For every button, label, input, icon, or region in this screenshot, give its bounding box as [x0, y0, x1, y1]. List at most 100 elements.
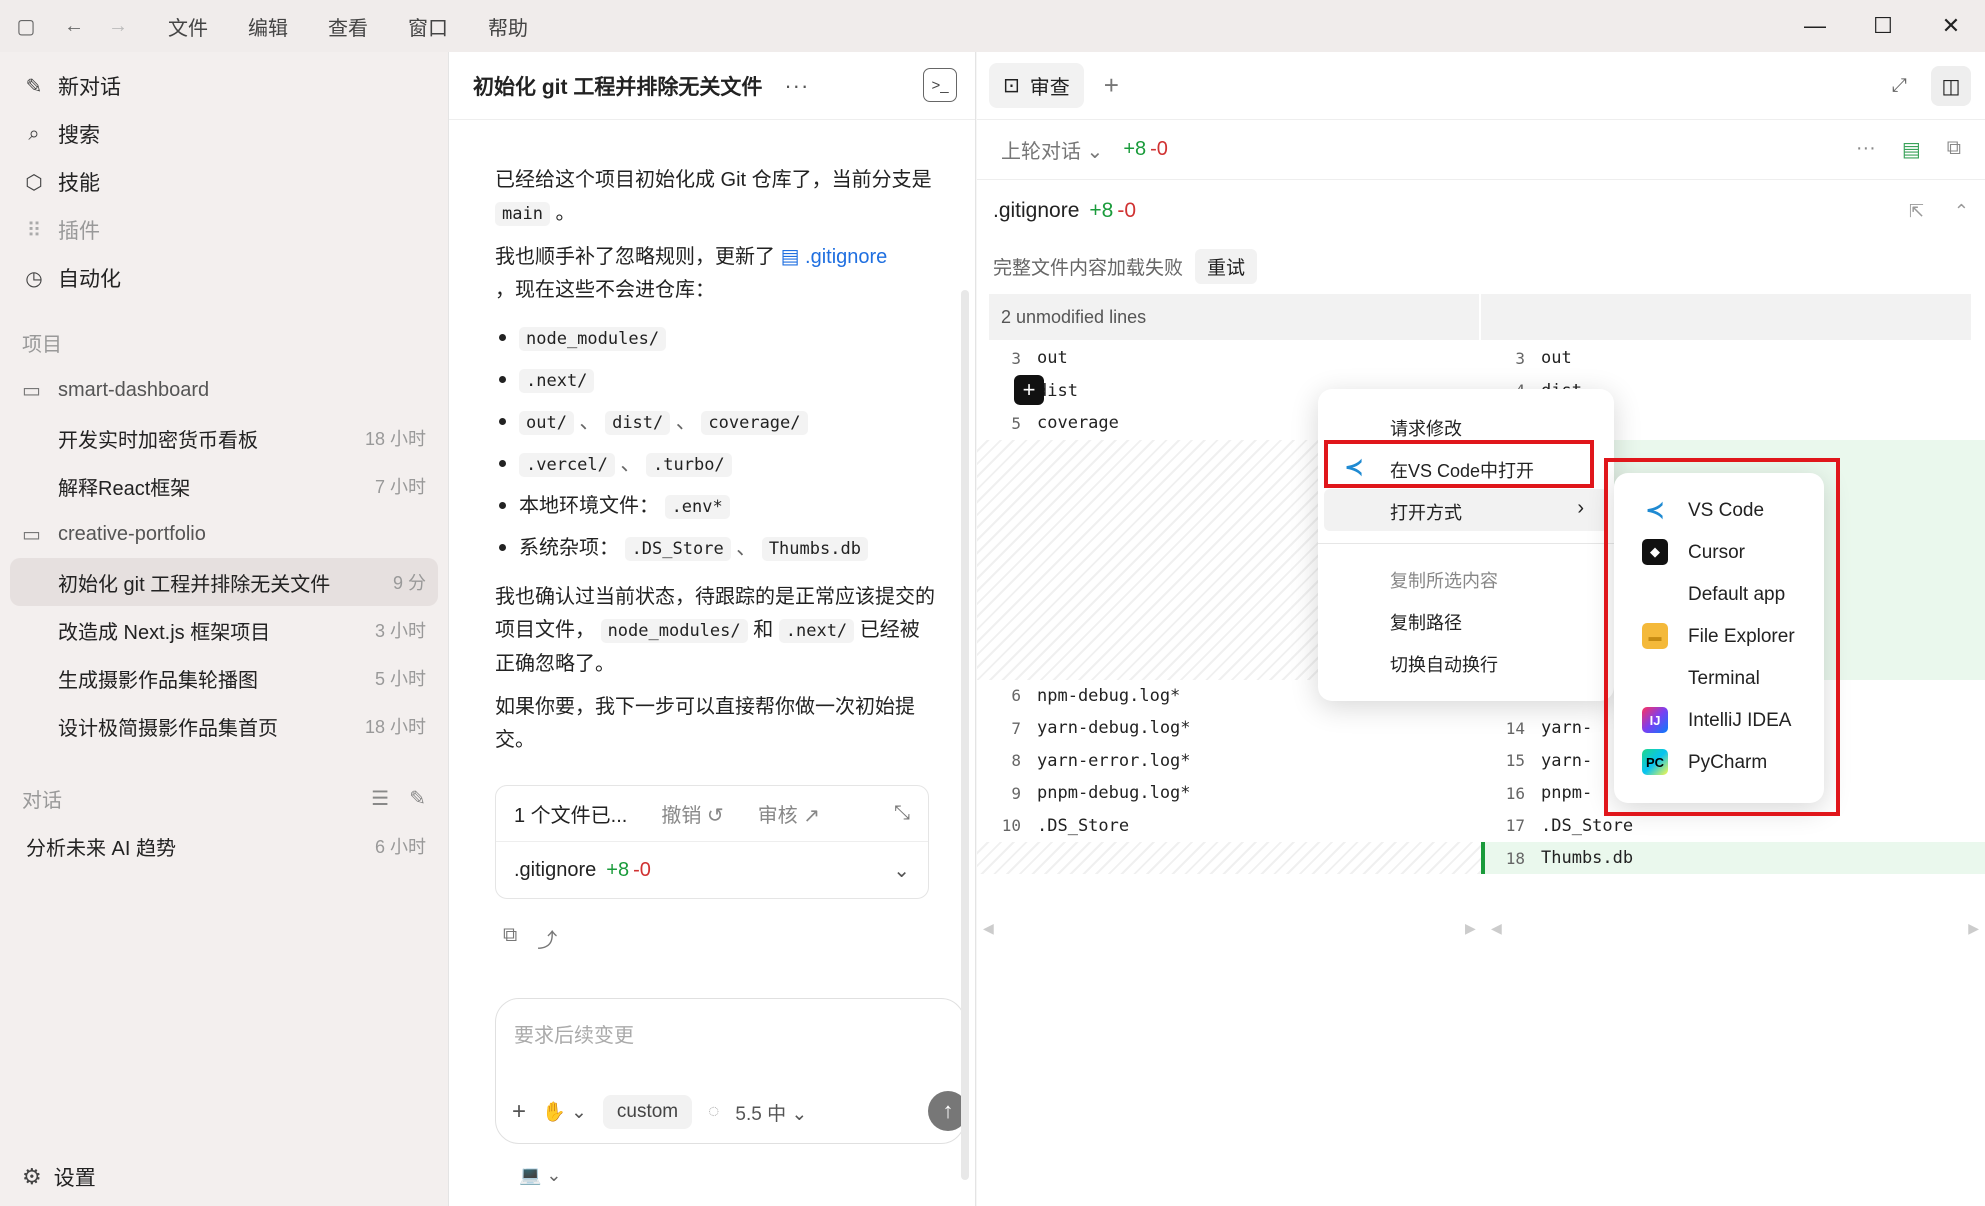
- chevron-down-icon[interactable]: ⌄: [893, 858, 910, 883]
- line-number: 17: [1505, 816, 1525, 836]
- open-external-icon[interactable]: ⇱: [1909, 201, 1924, 222]
- permission-hand-icon[interactable]: ✋ ⌄: [542, 1100, 587, 1124]
- diff-row: 3 out 3 out: [977, 342, 1985, 375]
- thread-title: 改造成 Next.js 框架项目: [58, 621, 271, 644]
- project-smart-dashboard[interactable]: ▭ smart-dashboard: [0, 366, 448, 414]
- loading-spinner-icon: ◌: [708, 1101, 720, 1122]
- scope-label: 上轮对话: [1001, 141, 1081, 163]
- changed-file-row[interactable]: .gitignore +8 -0 ⌄: [496, 842, 928, 898]
- message-paragraph: 我也顺手补了忽略规则，更新了 ▤ .gitignore ，现在这些不会进仓库：: [495, 241, 935, 307]
- line-number: 6: [1011, 686, 1021, 706]
- automation-button[interactable]: ◷ 自动化: [0, 254, 448, 302]
- inline-code: node_modules/: [519, 327, 667, 351]
- text: 。: [555, 202, 576, 224]
- composer-input[interactable]: 要求后续变更: [514, 1019, 634, 1048]
- collapse-icon[interactable]: ⤡: [894, 802, 910, 825]
- menu-help[interactable]: 帮助: [468, 12, 548, 41]
- copy-icon[interactable]: ⧉: [503, 924, 517, 953]
- add-icon[interactable]: +: [512, 1098, 526, 1126]
- thread-title: 设计极简摄影作品集首页: [58, 717, 278, 740]
- chevron-right-icon: ›: [1577, 497, 1584, 519]
- conversation-item[interactable]: 分析未来 AI 趋势 6 小时: [0, 822, 448, 870]
- review-button[interactable]: 审核 ↗: [758, 799, 820, 828]
- composer: 要求后续变更 + ✋ ⌄ custom ◌ 5.5 中 ⌄ ↑: [495, 998, 968, 1144]
- unmodified-lines-bar[interactable]: 2 unmodified lines: [989, 294, 1973, 340]
- line-number: 9: [1011, 783, 1021, 803]
- more-icon[interactable]: ···: [1856, 137, 1876, 162]
- minimize-button[interactable]: —: [1781, 0, 1849, 52]
- thread-item[interactable]: 开发实时加密货币看板 18 小时: [10, 414, 438, 462]
- highlight-box-open-in-vscode: [1324, 440, 1594, 488]
- inline-code: main: [495, 202, 550, 226]
- menu-view[interactable]: 查看: [308, 12, 388, 41]
- new-chat-button[interactable]: ✎ 新对话: [0, 62, 448, 110]
- thread-item[interactable]: 设计极简摄影作品集首页 18 小时: [10, 702, 438, 750]
- filter-icon[interactable]: ☰: [371, 786, 389, 811]
- project-creative-portfolio[interactable]: ▭ creative-portfolio: [0, 510, 448, 558]
- menu-window[interactable]: 窗口: [388, 12, 468, 41]
- undo-button[interactable]: 撤销 ↺: [661, 799, 723, 828]
- environment-selector[interactable]: 💻 ⌄: [519, 1165, 562, 1186]
- thread-item-active[interactable]: 初始化 git 工程并排除无关文件 9 分: [10, 558, 438, 606]
- chevron-up-icon[interactable]: ⌃: [1954, 201, 1969, 222]
- conversation-time: 6 小时: [374, 837, 426, 857]
- tab-review[interactable]: ⊡ 审查: [989, 63, 1084, 108]
- copy-icon[interactable]: ⧉: [1947, 137, 1961, 162]
- terminal-icon[interactable]: >_: [923, 68, 957, 102]
- chat-pane: 初始化 git 工程并排除无关文件 ··· >_ 已经给这个项目初始化成 Git…: [448, 52, 976, 1206]
- search-button[interactable]: ⌕ 搜索: [0, 110, 448, 158]
- thread-item[interactable]: 生成摄影作品集轮播图 5 小时: [10, 654, 438, 702]
- thread-time: 18 小时: [364, 429, 426, 449]
- file-link[interactable]: ▤ .gitignore: [781, 246, 888, 268]
- separator: 、: [736, 537, 757, 559]
- diff-view-icon[interactable]: ▤: [1902, 137, 1921, 162]
- last-turn-selector[interactable]: 上轮对话 ⌄: [1001, 135, 1103, 164]
- changed-files-header: 1 个文件已... 撤销 ↺ 审核 ↗ ⤡: [496, 786, 928, 842]
- share-icon[interactable]: ⤴: [537, 924, 557, 953]
- expand-icon[interactable]: ⤢: [1892, 75, 1907, 97]
- skills-button[interactable]: ⬡ 技能: [0, 158, 448, 206]
- message-paragraph: 我也确认过当前状态，待跟踪的是正常应该提交的项目文件， node_modules…: [495, 581, 935, 681]
- back-arrow-icon[interactable]: ←: [52, 0, 96, 52]
- title-bar: ▢ ← → 文件 编辑 查看 窗口 帮助 — ☐ ✕: [0, 0, 1985, 52]
- line-text: yarn-: [1541, 718, 1593, 739]
- menu-item-copy-path[interactable]: 复制路径: [1390, 609, 1462, 635]
- diff-file-header: .gitignore +8 -0 ⇱ ⌃: [977, 180, 1985, 242]
- settings-button[interactable]: ⚙ 设置: [22, 1162, 96, 1192]
- thread-time: 5 小时: [374, 669, 426, 689]
- thread-time: 3 小时: [374, 621, 426, 641]
- forward-arrow-icon[interactable]: →: [96, 0, 140, 52]
- model-selector[interactable]: 5.5 中 ⌄: [735, 1099, 807, 1126]
- add-tab-icon[interactable]: +: [1104, 70, 1119, 101]
- close-button[interactable]: ✕: [1917, 0, 1985, 52]
- inline-code: .env*: [664, 495, 730, 519]
- nav-label: 新对话: [58, 76, 121, 99]
- more-icon[interactable]: ···: [784, 73, 809, 99]
- plugins-button[interactable]: ⠿ 插件: [0, 206, 448, 254]
- menu-item-open-with[interactable]: 打开方式: [1390, 499, 1462, 525]
- review-header-actions: ⤢ ◫: [1892, 66, 1971, 106]
- menu-item-toggle-wrap[interactable]: 切换自动换行: [1390, 651, 1498, 677]
- line-text: yarn-debug.log*: [1037, 718, 1191, 739]
- line-text: .DS_Store: [1541, 815, 1634, 836]
- inline-code: dist/: [605, 411, 671, 435]
- retry-button[interactable]: 重试: [1195, 248, 1258, 284]
- menu-item-copy-selection[interactable]: 复制所选内容: [1390, 567, 1498, 593]
- maximize-button[interactable]: ☐: [1849, 0, 1917, 52]
- panel-toggle-icon[interactable]: ◫: [1931, 66, 1971, 106]
- new-conversation-icon[interactable]: ✎: [409, 786, 426, 811]
- search-icon: ⌕: [28, 122, 40, 145]
- expand-lines-button[interactable]: +: [1014, 375, 1044, 405]
- line-text: yarn-error.log*: [1037, 750, 1191, 771]
- menu-edit[interactable]: 编辑: [228, 12, 308, 41]
- list-item: .vercel/ 、 .turbo/: [495, 443, 935, 485]
- list-item: .next/: [495, 359, 935, 401]
- menu-file[interactable]: 文件: [148, 12, 228, 41]
- chat-scrollbar[interactable]: [961, 290, 969, 1180]
- conversations-header: 对话 ☰ ✎: [0, 774, 448, 822]
- menu-item-request-change[interactable]: 请求修改: [1390, 415, 1462, 441]
- thread-item[interactable]: 解释React框架 7 小时: [10, 462, 438, 510]
- custom-mode-button[interactable]: custom: [602, 1095, 693, 1129]
- thread-item[interactable]: 改造成 Next.js 框架项目 3 小时: [10, 606, 438, 654]
- sidebar-toggle-icon[interactable]: ▢: [0, 0, 52, 52]
